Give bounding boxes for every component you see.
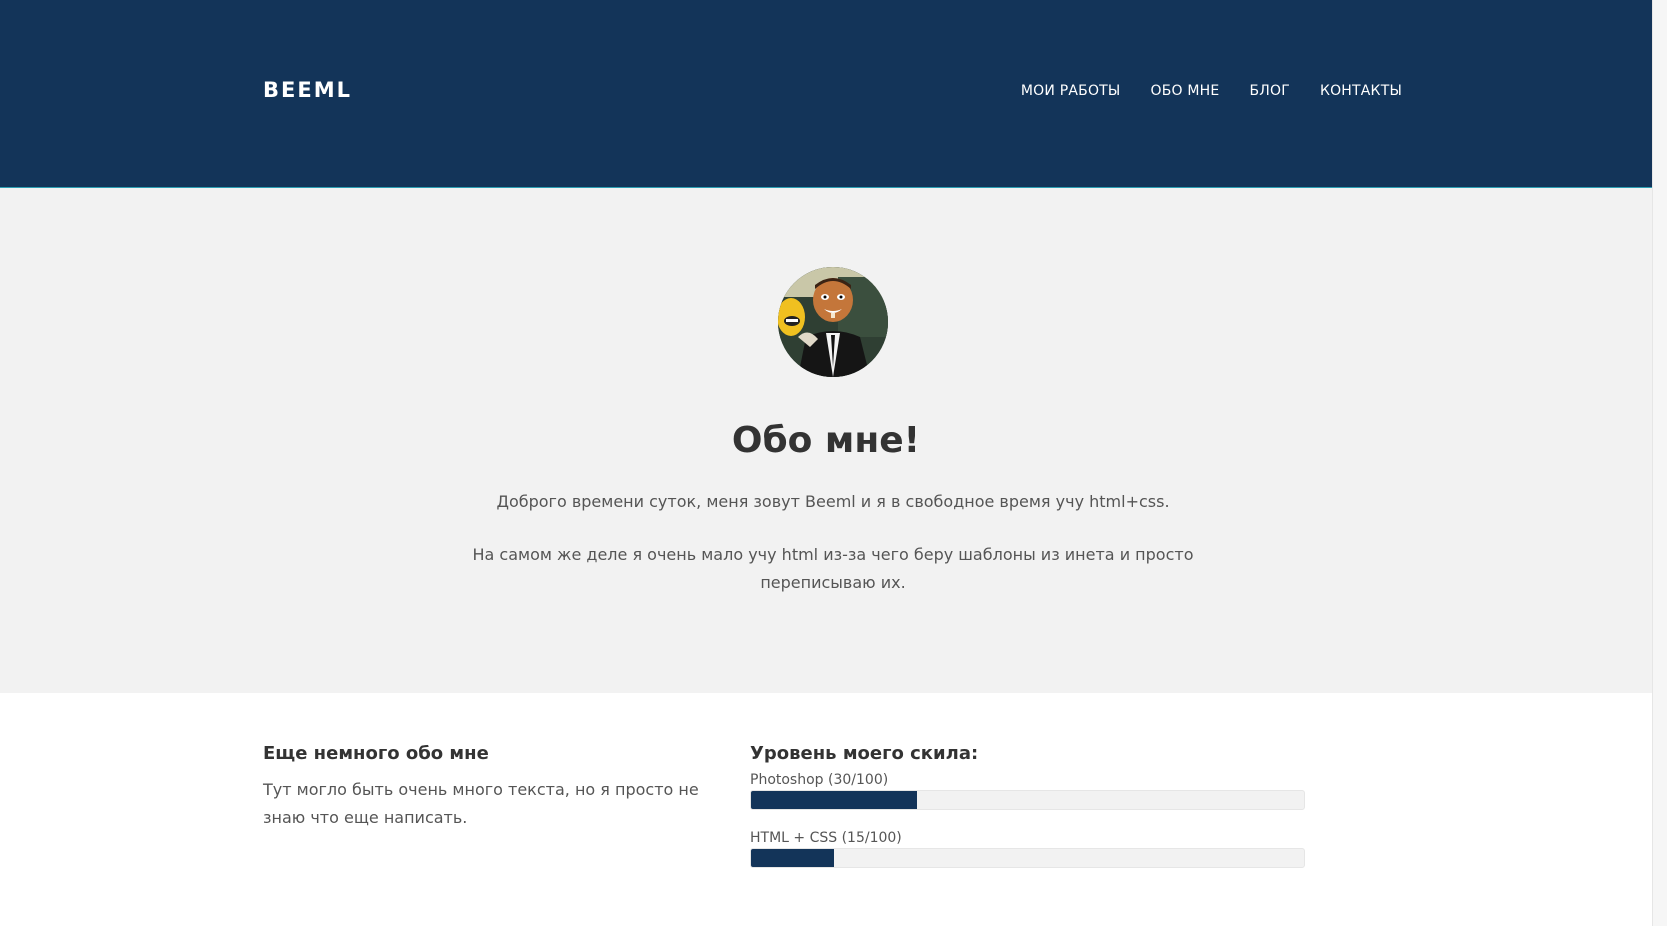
site-header: BEEML МОИ РАБОТЫ ОБО МНЕ БЛОГ КОНТАКТЫ <box>0 0 1652 188</box>
skill-photoshop: Photoshop (30/100) <box>750 772 1305 810</box>
about-paragraph-1: Доброго времени суток, меня зовут Beeml … <box>496 492 1170 511</box>
avatar-image <box>778 267 888 377</box>
more-section: Еще немного обо мне Тут могло быть очень… <box>0 693 1652 925</box>
logo-link[interactable]: BEEML <box>263 78 352 102</box>
skill-html-css: HTML + CSS (15/100) <box>750 830 1305 868</box>
skill-label: Photoshop (30/100) <box>750 772 889 788</box>
page: BEEML МОИ РАБОТЫ ОБО МНЕ БЛОГ КОНТАКТЫ О… <box>0 0 1652 925</box>
skills-heading: Уровень моего скила: <box>750 743 979 764</box>
nav-item-about[interactable]: ОБО МНЕ <box>1150 83 1219 99</box>
page-title: Обо мне! <box>731 420 921 461</box>
more-about-block: Еще немного обо мне Тут могло быть очень… <box>263 743 703 832</box>
about-section: Обо мне! Доброго времени суток, меня зов… <box>0 188 1652 693</box>
scrollbar[interactable] <box>1652 0 1667 926</box>
main-nav: МОИ РАБОТЫ ОБО МНЕ БЛОГ КОНТАКТЫ <box>1021 83 1402 99</box>
about-paragraph-2: На самом же деле я очень мало учу html и… <box>472 545 1194 592</box>
avatar <box>778 267 888 377</box>
progress-fill <box>751 791 917 809</box>
more-about-text: Тут могло быть очень много текста, но я … <box>263 780 699 827</box>
progress-bar <box>750 848 1305 868</box>
more-about-heading: Еще немного обо мне <box>263 743 489 764</box>
progress-fill <box>751 849 834 867</box>
skills-block: Уровень моего скила: Photoshop (30/100) … <box>750 743 1305 888</box>
progress-bar <box>750 790 1305 810</box>
skill-label: HTML + CSS (15/100) <box>750 830 902 846</box>
nav-item-blog[interactable]: БЛОГ <box>1249 83 1290 99</box>
nav-item-contacts[interactable]: КОНТАКТЫ <box>1320 83 1402 99</box>
nav-item-works[interactable]: МОИ РАБОТЫ <box>1021 83 1121 99</box>
